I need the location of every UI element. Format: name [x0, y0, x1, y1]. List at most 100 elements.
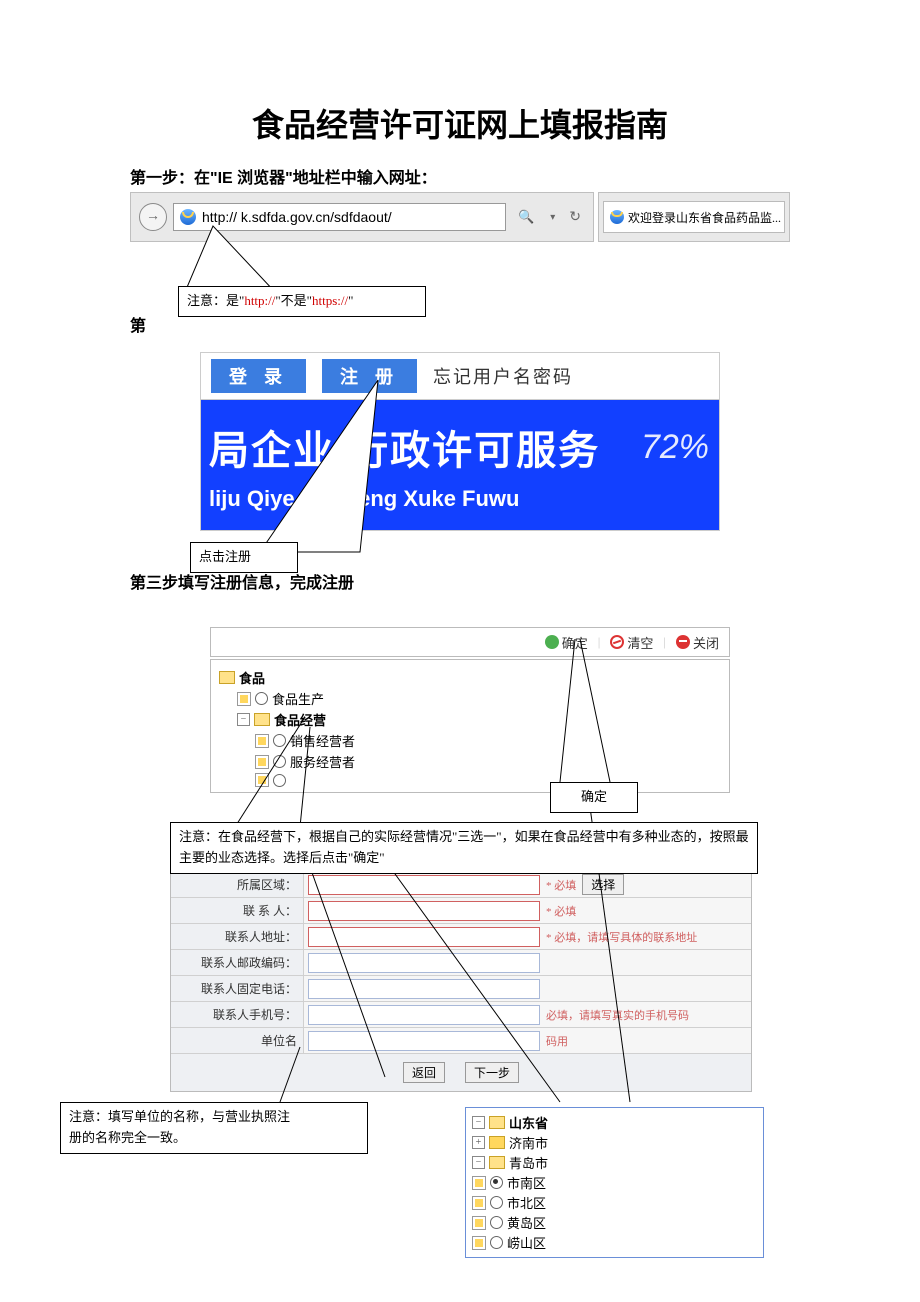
radio-icon[interactable] — [490, 1216, 503, 1229]
note-icon — [472, 1216, 486, 1230]
radio-icon[interactable] — [273, 755, 286, 768]
folder-icon — [489, 1136, 505, 1149]
radio-icon[interactable] — [490, 1196, 503, 1209]
tree-node[interactable]: 食品经营 — [274, 710, 326, 729]
callout-register: 点击注册 — [190, 542, 298, 573]
site-banner: 局企业 行政许可服务 liju Qiye ingzheng Xuke Fuwu … — [200, 399, 720, 531]
radio-icon[interactable] — [490, 1176, 503, 1189]
region-city[interactable]: 济南市 — [509, 1133, 548, 1152]
ie-address-bar: → http:// k.sdfda.gov.cn/sdfdaout/ 🔍 ▾ ↻ — [130, 192, 594, 242]
callout-category-note: 注意：在食品经营下，根据自己的实际经营情况"三选一"，如果在食品经营中有多种业态… — [170, 822, 758, 874]
note-icon — [237, 692, 251, 706]
note-icon — [472, 1196, 486, 1210]
close-icon — [676, 635, 690, 649]
text-input[interactable] — [308, 875, 540, 895]
region-district[interactable]: 市北区 — [472, 1193, 757, 1212]
url-input[interactable]: http:// k.sdfda.gov.cn/sdfdaout/ — [173, 203, 506, 231]
search-icon[interactable]: 🔍 — [512, 209, 540, 225]
expand-icon[interactable]: + — [472, 1136, 485, 1149]
collapse-icon[interactable]: − — [472, 1116, 485, 1129]
banner-pinyin: liju Qiye ingzheng Xuke Fuwu — [209, 486, 719, 512]
dropdown-icon[interactable]: ▾ — [546, 212, 559, 223]
field-hint: 必填，请填写真实的手机号码 — [546, 1007, 689, 1023]
form-row: 联系人邮政编码： — [171, 949, 751, 975]
note-icon — [255, 755, 269, 769]
note-icon — [472, 1236, 486, 1250]
tree-root[interactable]: 食品 — [239, 668, 265, 687]
callout-confirm: 确定 — [550, 782, 638, 813]
toolbar-clear[interactable]: 清空 — [610, 633, 653, 652]
radio-icon[interactable] — [273, 774, 286, 787]
form-row: 联系人手机号： 必填，请填写真实的手机号码 — [171, 1001, 751, 1027]
folder-icon — [489, 1116, 505, 1129]
text-input[interactable] — [308, 1005, 540, 1025]
region-city[interactable]: 青岛市 — [509, 1153, 548, 1172]
text-input[interactable] — [308, 953, 540, 973]
select-button[interactable]: 选择 — [582, 874, 624, 895]
text-input[interactable] — [308, 927, 540, 947]
text-input[interactable] — [308, 901, 540, 921]
callout-unit-name: 注意：填写单位的名称，与营业执照注 册的名称完全一致。 — [60, 1102, 368, 1154]
forgot-link[interactable]: 忘记用户名密码 — [433, 363, 573, 389]
form-row: 联系人固定电话： — [171, 975, 751, 1001]
folder-icon — [254, 713, 270, 726]
check-icon — [545, 635, 559, 649]
tab-title: 欢迎登录山东省食品药品监... — [628, 209, 781, 226]
form-label: 联系人地址： — [171, 924, 304, 949]
region-tree: − 山东省 + 济南市 − 青岛市 市南区市北区黄岛区崂山区 — [465, 1107, 764, 1258]
form-row: 单位名 码用 — [171, 1027, 751, 1053]
form-label: 单位名 — [171, 1028, 304, 1053]
register-form: 所属区域： * 必填选择联 系 人： * 必填联系人地址： * 必填，请填写具体的联系… — [170, 871, 752, 1092]
register-tab[interactable]: 注 册 — [322, 359, 417, 393]
tab-strip: 欢迎登录山东省食品药品监... × — [598, 192, 790, 242]
toolbar-ok[interactable]: 确定 — [545, 633, 588, 652]
text-input[interactable] — [308, 979, 540, 999]
text-input[interactable] — [308, 1031, 540, 1051]
radio-icon[interactable] — [490, 1236, 503, 1249]
radio-icon[interactable] — [273, 734, 286, 747]
field-hint: * 必填 — [546, 903, 576, 919]
region-district[interactable]: 崂山区 — [472, 1233, 757, 1252]
browser-tab[interactable]: 欢迎登录山东省食品药品监... × — [603, 201, 785, 233]
form-label: 联系人邮政编码： — [171, 950, 304, 975]
auth-tabs: 登 录 注 册 忘记用户名密码 — [200, 352, 720, 399]
form-row: 联 系 人： * 必填 — [171, 897, 751, 923]
folder-icon — [219, 671, 235, 684]
form-label: 联系人固定电话： — [171, 976, 304, 1001]
toolbar-close[interactable]: 关闭 — [676, 633, 719, 652]
radio-icon[interactable] — [255, 692, 268, 705]
note-icon — [472, 1176, 486, 1190]
ie-back-button[interactable]: → — [139, 203, 167, 231]
form-row: 联系人地址： * 必填，请填写具体的联系地址 — [171, 923, 751, 949]
clear-icon — [610, 635, 624, 649]
form-label: 所属区域： — [171, 872, 304, 897]
note-icon — [255, 773, 269, 787]
tree-node[interactable]: 服务经营者 — [290, 752, 355, 771]
callout-http: 注意：是"http://"不是"https://" — [178, 286, 426, 317]
step2-label-partial: 第 — [130, 312, 146, 336]
note-icon — [255, 734, 269, 748]
region-district[interactable]: 黄岛区 — [472, 1213, 757, 1232]
field-hint: * 必填 — [546, 877, 576, 893]
step1-label: 第一步：在"IE 浏览器"地址栏中输入网址： — [130, 164, 790, 188]
region-province[interactable]: 山东省 — [509, 1113, 548, 1132]
tree-node[interactable]: 销售经营者 — [290, 731, 355, 750]
doc-title: 食品经营许可证网上填报指南 — [130, 100, 790, 146]
url-text: http:// k.sdfda.gov.cn/sdfdaout/ — [202, 209, 392, 225]
ie-icon — [180, 209, 196, 225]
login-tab[interactable]: 登 录 — [211, 359, 306, 393]
ie-icon — [610, 210, 624, 224]
collapse-icon[interactable]: − — [237, 713, 250, 726]
tree-toolbar: 确定 | 清空 | 关闭 — [210, 627, 730, 657]
form-label: 联系人手机号： — [171, 1002, 304, 1027]
collapse-icon[interactable]: − — [472, 1156, 485, 1169]
field-hint: 码用 — [546, 1033, 568, 1049]
category-tree: 食品 食品生产 − 食品经营 销售经营者 服务经营者 — [210, 659, 730, 793]
region-district[interactable]: 市南区 — [472, 1173, 757, 1192]
form-label: 联 系 人： — [171, 898, 304, 923]
field-hint: * 必填，请填写具体的联系地址 — [546, 929, 697, 945]
refresh-icon[interactable]: ↻ — [565, 209, 585, 226]
tree-node[interactable]: 食品生产 — [272, 689, 324, 708]
next-button[interactable]: 下一步 — [465, 1062, 519, 1083]
back-button[interactable]: 返回 — [403, 1062, 445, 1083]
